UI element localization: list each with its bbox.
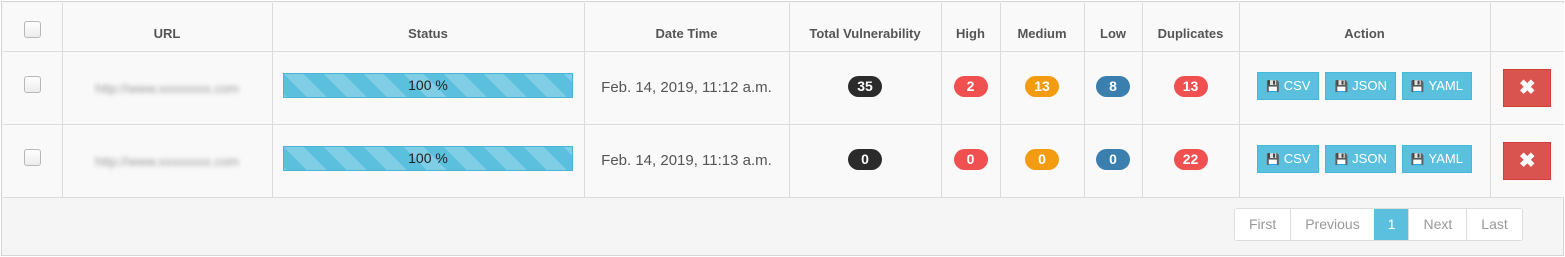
csv-download-button[interactable]: 💾 CSV	[1257, 71, 1320, 100]
yaml-label: YAML	[1428, 77, 1463, 93]
total-vulnerability-badge: 35	[848, 76, 882, 97]
total-vulnerability-badge: 0	[848, 149, 882, 170]
header-url: URL	[61, 3, 273, 52]
high-badge: 2	[953, 76, 988, 97]
datetime-cell: Feb. 14, 2019, 11:13 a.m.	[583, 123, 790, 198]
scan-progress-bar: 100 %	[283, 146, 573, 171]
action-cell: 💾 CSV 💾 JSON 💾 YAML	[1238, 50, 1491, 125]
url-cell: http://www.xxxxxxxx.com	[61, 123, 273, 198]
header-select-all[interactable]	[3, 3, 63, 52]
duplicates-badge: 13	[1173, 76, 1208, 97]
datetime-cell: Feb. 14, 2019, 11:12 a.m.	[583, 50, 790, 125]
scan-url[interactable]: http://www.xxxxxxxx.com	[95, 154, 239, 169]
header-status: Status	[271, 3, 585, 52]
status-cell: 100 %	[271, 123, 585, 198]
header-datetime: Date Time	[583, 3, 790, 52]
delete-button[interactable]: ✖	[1503, 141, 1552, 180]
medium-badge: 0	[1025, 149, 1059, 170]
duplicates-cell: 22	[1141, 123, 1240, 198]
json-label: JSON	[1352, 150, 1387, 166]
header-action: Action	[1238, 3, 1491, 52]
select-all-checkbox[interactable]	[23, 21, 41, 39]
page-first[interactable]: First	[1235, 209, 1291, 240]
floppy-disk-icon: 💾	[1266, 80, 1280, 93]
medium-badge: 13	[1025, 76, 1059, 97]
csv-label: CSV	[1283, 77, 1311, 93]
scan-results-table: URL Status Date Time Total Vulnerability…	[3, 3, 1564, 198]
scan-datetime: Feb. 14, 2019, 11:12 a.m.	[601, 79, 772, 96]
csv-label: CSV	[1283, 150, 1311, 166]
row-select-cell[interactable]	[3, 123, 63, 198]
floppy-disk-icon: 💾	[1334, 80, 1349, 93]
yaml-download-button[interactable]: 💾 YAML	[1401, 71, 1472, 100]
high-cell: 0	[940, 123, 1001, 198]
medium-cell: 13	[999, 50, 1085, 125]
json-label: JSON	[1352, 77, 1387, 93]
floppy-disk-icon: 💾	[1266, 153, 1280, 166]
page-next[interactable]: Next	[1408, 209, 1467, 240]
scan-progress-bar: 100 %	[283, 73, 573, 98]
page-previous[interactable]: Previous	[1290, 209, 1374, 240]
high-badge: 0	[953, 149, 988, 170]
page-last[interactable]: Last	[1466, 209, 1522, 240]
action-cell: 💾 CSV 💾 JSON 💾 YAML	[1238, 123, 1491, 198]
header-high: High	[940, 3, 1001, 52]
header-total-vulnerability: Total Vulnerability	[788, 3, 942, 52]
total-cell: 35	[788, 50, 942, 125]
close-icon: ✖	[1518, 76, 1536, 99]
row-checkbox[interactable]	[23, 148, 41, 166]
yaml-label: YAML	[1428, 150, 1463, 166]
delete-cell: ✖	[1489, 123, 1564, 198]
json-download-button[interactable]: 💾 JSON	[1325, 144, 1396, 173]
close-icon: ✖	[1518, 149, 1536, 172]
scan-datetime: Feb. 14, 2019, 11:13 a.m.	[601, 152, 772, 169]
medium-cell: 0	[999, 123, 1085, 198]
pagination: First Previous 1 Next Last	[1234, 208, 1523, 241]
floppy-disk-icon: 💾	[1334, 153, 1349, 166]
table-header-row: URL Status Date Time Total Vulnerability…	[3, 3, 1564, 52]
delete-cell: ✖	[1489, 50, 1564, 125]
delete-button[interactable]: ✖	[1503, 68, 1552, 107]
yaml-download-button[interactable]: 💾 YAML	[1401, 144, 1472, 173]
url-cell: http://www.xxxxxxxx.com	[61, 50, 273, 125]
high-cell: 2	[940, 50, 1001, 125]
low-badge: 8	[1096, 76, 1130, 97]
header-delete	[1489, 3, 1564, 52]
duplicates-badge: 22	[1173, 149, 1208, 170]
header-duplicates: Duplicates	[1141, 3, 1240, 52]
low-cell: 0	[1083, 123, 1143, 198]
scan-results-panel: URL Status Date Time Total Vulnerability…	[1, 1, 1564, 256]
table-row: http://www.xxxxxxxx.com 100 % Feb. 14, 2…	[3, 50, 1564, 125]
page-current[interactable]: 1	[1373, 209, 1409, 240]
header-low: Low	[1083, 3, 1143, 52]
duplicates-cell: 13	[1141, 50, 1240, 125]
row-select-cell[interactable]	[3, 50, 63, 125]
json-download-button[interactable]: 💾 JSON	[1325, 71, 1396, 100]
row-checkbox[interactable]	[23, 75, 41, 93]
table-row: http://www.xxxxxxxx.com 100 % Feb. 14, 2…	[3, 123, 1564, 198]
low-cell: 8	[1083, 50, 1143, 125]
status-cell: 100 %	[271, 50, 585, 125]
floppy-disk-icon: 💾	[1410, 80, 1425, 93]
total-cell: 0	[788, 123, 942, 198]
scan-url[interactable]: http://www.xxxxxxxx.com	[95, 81, 239, 96]
floppy-disk-icon: 💾	[1410, 153, 1425, 166]
csv-download-button[interactable]: 💾 CSV	[1257, 144, 1320, 173]
low-badge: 0	[1096, 149, 1130, 170]
header-medium: Medium	[999, 3, 1085, 52]
